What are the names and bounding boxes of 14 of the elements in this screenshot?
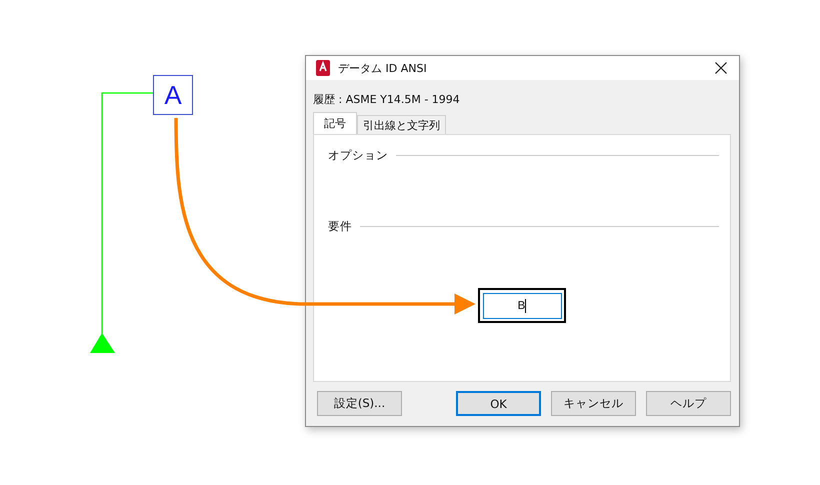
section-heading: オプション xyxy=(328,148,388,163)
dialog-button[interactable]: キャンセル xyxy=(551,391,636,416)
section-heading: 要件 xyxy=(328,219,352,234)
input-field[interactable]: B xyxy=(482,292,562,318)
dialog-button[interactable]: OK xyxy=(456,391,541,416)
close-icon[interactable] xyxy=(715,62,727,74)
tab[interactable]: 引出線と文字列 xyxy=(357,115,446,134)
standard-label: 履歴 : ASME Y14.5M - 1994 xyxy=(313,92,461,108)
app-icon xyxy=(315,60,331,76)
tab[interactable]: 記号 xyxy=(313,112,357,134)
window-title: データム ID ANSI xyxy=(338,60,428,76)
datum-symbol: A xyxy=(153,75,193,115)
dialog-button[interactable]: ヘルプ xyxy=(646,391,731,416)
dialog-button[interactable]: 設定(S)... xyxy=(317,391,402,416)
